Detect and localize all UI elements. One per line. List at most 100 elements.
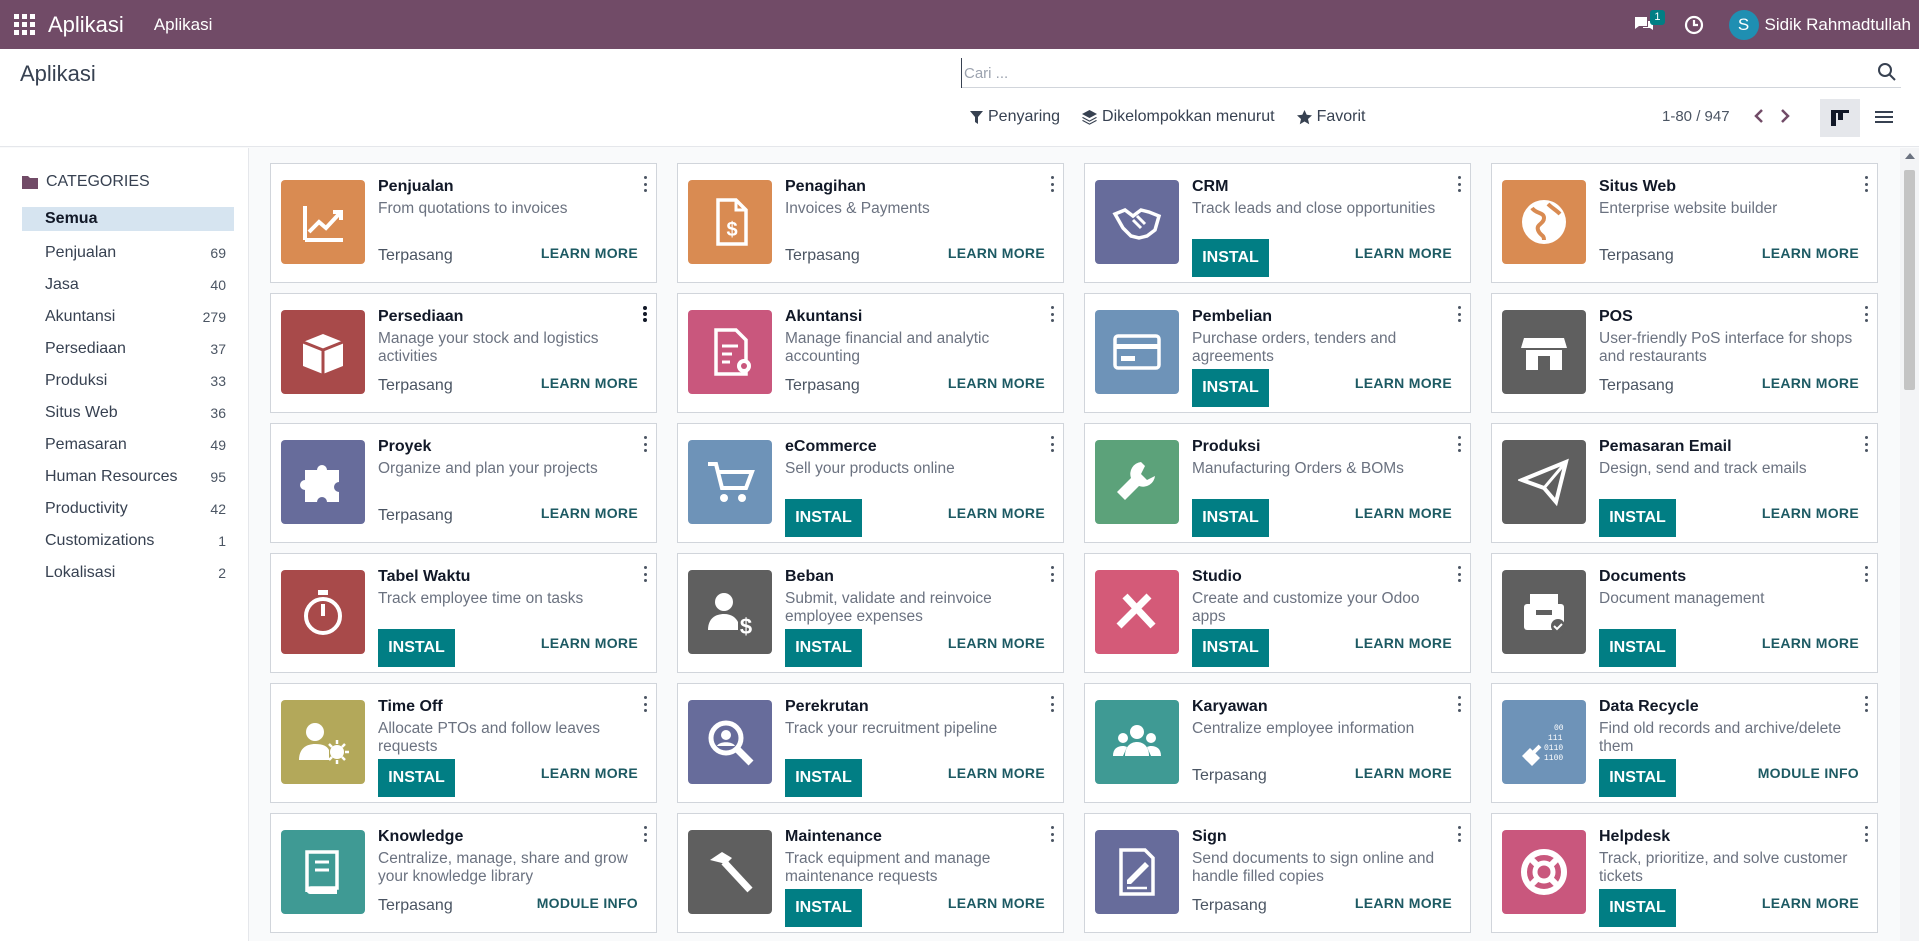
card-menu-icon[interactable] [1863, 436, 1869, 452]
card-menu-icon[interactable] [1049, 176, 1055, 192]
learn-more-link[interactable]: LEARN MORE [1355, 245, 1452, 261]
list-view-button[interactable] [1864, 99, 1904, 137]
install-button[interactable]: INSTAL [1192, 499, 1269, 537]
learn-more-link[interactable]: LEARN MORE [1355, 895, 1452, 911]
group-by-button[interactable]: Dikelompokkan menurut [1082, 108, 1275, 126]
card-menu-icon[interactable] [1863, 826, 1869, 842]
category-item[interactable]: Produksi 33 [22, 365, 234, 397]
learn-more-link[interactable]: LEARN MORE [1355, 765, 1452, 781]
category-item[interactable]: Akuntansi 279 [22, 301, 234, 333]
install-button[interactable]: INSTAL [785, 759, 862, 797]
scrollbar[interactable] [1900, 148, 1919, 941]
learn-more-link[interactable]: LEARN MORE [1355, 505, 1452, 521]
install-button[interactable]: INSTAL [378, 759, 455, 797]
scroll-up-arrow[interactable] [1905, 153, 1915, 159]
install-button[interactable]: INSTAL [785, 889, 862, 927]
learn-more-link[interactable]: LEARN MORE [948, 895, 1045, 911]
search-icon[interactable] [1877, 62, 1897, 82]
card-menu-icon[interactable] [1456, 436, 1462, 452]
activity-button[interactable] [1679, 10, 1709, 40]
card-menu-icon[interactable] [1863, 696, 1869, 712]
filter-button[interactable]: Penyaring [970, 108, 1060, 126]
card-menu-icon[interactable] [1863, 306, 1869, 322]
messaging-button[interactable]: 1 [1629, 9, 1665, 40]
learn-more-link[interactable]: LEARN MORE [1355, 635, 1452, 651]
card-menu-icon[interactable] [642, 566, 648, 582]
install-button[interactable]: INSTAL [1192, 369, 1269, 407]
card-menu-icon[interactable] [642, 826, 648, 842]
card-menu-icon[interactable] [1049, 696, 1055, 712]
pager-value[interactable]: 1-80 / 947 [1662, 108, 1730, 125]
navbar-menu-apps[interactable]: Aplikasi [154, 15, 213, 35]
app-description: From quotations to invoices [378, 200, 568, 217]
learn-more-link[interactable]: LEARN MORE [948, 635, 1045, 651]
category-item[interactable]: Persediaan 37 [22, 333, 234, 365]
learn-more-link[interactable]: LEARN MORE [1762, 635, 1859, 651]
favorites-button[interactable]: Favorit [1296, 108, 1365, 126]
card-menu-icon[interactable] [642, 306, 648, 322]
learn-more-link[interactable]: LEARN MORE [948, 375, 1045, 391]
install-button[interactable]: INSTAL [1599, 629, 1676, 667]
learn-more-link[interactable]: LEARN MORE [1762, 505, 1859, 521]
card-menu-icon[interactable] [1456, 176, 1462, 192]
module-info-link[interactable]: MODULE INFO [537, 895, 638, 911]
card-menu-icon[interactable] [1456, 826, 1462, 842]
app-menu-grid-icon[interactable] [14, 13, 36, 36]
category-item[interactable]: Situs Web 36 [22, 397, 234, 429]
module-info-link[interactable]: MODULE INFO [1758, 765, 1859, 781]
install-button[interactable]: INSTAL [1192, 239, 1269, 277]
category-item[interactable]: Human Resources 95 [22, 461, 234, 493]
learn-more-link[interactable]: LEARN MORE [1762, 245, 1859, 261]
learn-more-link[interactable]: LEARN MORE [541, 375, 638, 391]
card-menu-icon[interactable] [1456, 696, 1462, 712]
learn-more-link[interactable]: LEARN MORE [1762, 895, 1859, 911]
learn-more-link[interactable]: LEARN MORE [541, 765, 638, 781]
learn-more-link[interactable]: LEARN MORE [1355, 375, 1452, 391]
category-item[interactable]: Pemasaran 49 [22, 429, 234, 461]
category-item[interactable]: Jasa 40 [22, 269, 234, 301]
learn-more-link[interactable]: LEARN MORE [541, 245, 638, 261]
install-button[interactable]: INSTAL [1192, 629, 1269, 667]
card-menu-icon[interactable] [642, 696, 648, 712]
install-button[interactable]: INSTAL [1599, 499, 1676, 537]
app-card: Pembelian Purchase orders, tenders and ag… [1084, 293, 1471, 413]
card-menu-icon[interactable] [1456, 566, 1462, 582]
learn-more-link[interactable]: LEARN MORE [1762, 375, 1859, 391]
install-button[interactable]: INSTAL [1599, 889, 1676, 927]
card-menu-icon[interactable] [1456, 306, 1462, 322]
install-button[interactable]: INSTAL [785, 499, 862, 537]
card-menu-icon[interactable] [1863, 566, 1869, 582]
pager-previous-button[interactable] [1748, 105, 1770, 127]
user-menu[interactable]: S Sidik Rahmadtullah [1728, 9, 1911, 40]
category-item[interactable]: Customizations 1 [22, 525, 234, 557]
search-input[interactable] [961, 58, 1861, 88]
app-icon [688, 830, 772, 914]
card-menu-icon[interactable] [1049, 436, 1055, 452]
install-button[interactable]: INSTAL [378, 629, 455, 667]
category-item[interactable]: Productivity 42 [22, 493, 234, 525]
hammer-icon [710, 852, 753, 893]
card-menu-icon[interactable] [642, 436, 648, 452]
kanban-view-button[interactable] [1820, 99, 1860, 137]
card-menu-icon[interactable] [1049, 306, 1055, 322]
scroll-thumb[interactable] [1904, 170, 1915, 390]
install-button[interactable]: INSTAL [1599, 759, 1676, 797]
install-button[interactable]: INSTAL [785, 629, 862, 667]
learn-more-link[interactable]: LEARN MORE [948, 765, 1045, 781]
category-item[interactable]: Penjualan 69 [22, 237, 234, 269]
card-menu-icon[interactable] [1049, 826, 1055, 842]
learn-more-link[interactable]: LEARN MORE [541, 505, 638, 521]
card-menu-icon[interactable] [1049, 566, 1055, 582]
learn-more-link[interactable]: LEARN MORE [541, 635, 638, 651]
navbar-brand[interactable]: Aplikasi [48, 12, 124, 38]
learn-more-link[interactable]: LEARN MORE [948, 245, 1045, 261]
card-menu-icon[interactable] [642, 176, 648, 192]
category-label: Productivity [45, 500, 128, 517]
pager-next-button[interactable] [1774, 105, 1796, 127]
category-item[interactable]: Semua [22, 207, 234, 231]
app-description: Manage your stock and logistics activiti… [378, 330, 599, 365]
category-item[interactable]: Lokalisasi 2 [22, 557, 234, 589]
app-description: Organize and plan your projects [378, 460, 598, 477]
card-menu-icon[interactable] [1863, 176, 1869, 192]
learn-more-link[interactable]: LEARN MORE [948, 505, 1045, 521]
